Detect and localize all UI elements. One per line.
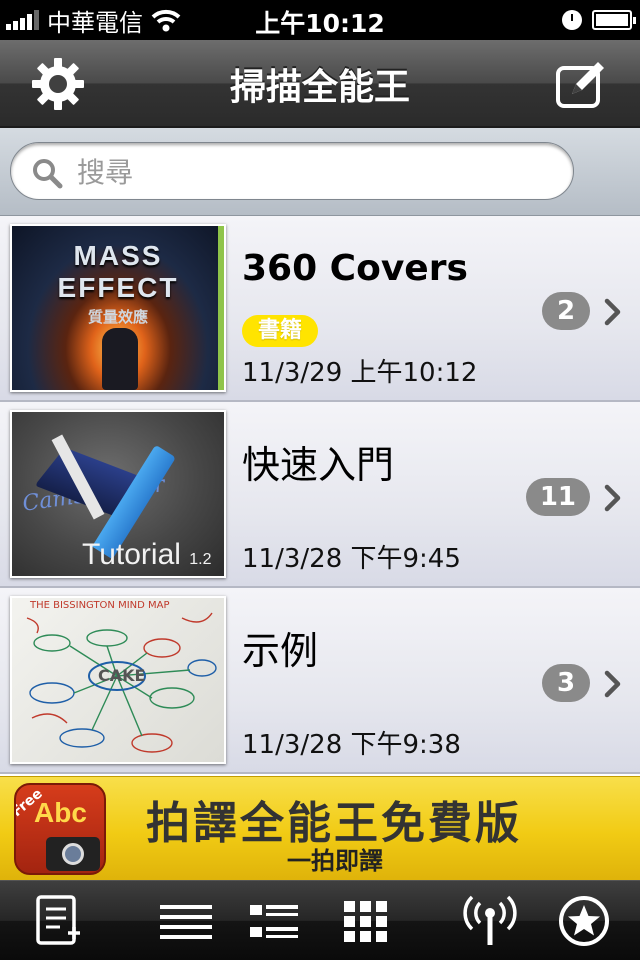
tab-bar <box>0 880 640 960</box>
document-thumbnail: THE BISSINGTON MIND MAP CAKE <box>10 596 226 764</box>
document-row[interactable]: MASS EFFECT 質量效應 360 Covers 書籍 11/3/29 上… <box>0 216 640 402</box>
navigation-bar: 掃描全能王 <box>0 40 640 128</box>
status-right <box>562 6 636 34</box>
chevron-right-icon <box>604 298 621 326</box>
thumbnail-version: 1.2 <box>189 551 212 568</box>
ad-subtitle: 一拍即譯 <box>287 847 383 875</box>
document-tag[interactable]: 書籍 <box>242 315 319 347</box>
search-icon <box>33 159 63 189</box>
document-thumbnail: CamScanner Tutorial 1.2 <box>10 410 226 578</box>
thumbnail-center-word: CAKE <box>98 666 146 685</box>
battery-icon <box>592 10 636 30</box>
favorites-button[interactable] <box>556 893 612 949</box>
chevron-right-icon <box>604 670 621 698</box>
grid-view-button[interactable] <box>338 893 394 949</box>
thumbnail-figure <box>102 328 138 390</box>
chevron-right-icon <box>604 484 621 512</box>
detail-list-icon <box>250 905 298 938</box>
status-time: 上午10:12 <box>255 9 385 38</box>
document-thumbnail: MASS EFFECT 質量效應 <box>10 224 226 392</box>
document-date: 11/3/29 上午10:12 <box>242 358 478 388</box>
thumbnail-side-stripe <box>218 226 224 390</box>
list-view-icon <box>160 905 212 939</box>
document-date: 11/3/28 下午9:45 <box>242 544 461 574</box>
compose-icon <box>556 62 604 108</box>
document-row[interactable]: CamScanner Tutorial 1.2 快速入門 11/3/28 下午9… <box>0 402 640 588</box>
document-title: 快速入門 <box>242 443 395 487</box>
detail-list-button[interactable] <box>246 893 302 949</box>
search-bar <box>0 128 640 216</box>
document-date: 11/3/28 下午9:38 <box>242 730 461 760</box>
page-count-badge: 3 <box>542 664 590 702</box>
grid-view-icon <box>344 901 387 942</box>
thumbnail-subtitle: 質量效應 <box>87 308 148 326</box>
page-count-badge: 2 <box>542 292 590 330</box>
star-icon <box>559 896 609 946</box>
wireless-transfer-button[interactable] <box>462 893 518 949</box>
thumbnail-title-text: Tutorial <box>82 538 181 571</box>
search-input[interactable] <box>77 151 557 193</box>
new-document-button[interactable] <box>30 893 86 949</box>
document-row[interactable]: THE BISSINGTON MIND MAP CAKE 示例 11/3/28 … <box>0 588 640 774</box>
page-count-badge: 11 <box>525 478 590 516</box>
ad-banner[interactable]: Free Abc 拍譯全能王免費版 一拍即譯 <box>0 776 640 880</box>
compose-button[interactable] <box>552 54 612 114</box>
new-document-icon <box>36 895 80 945</box>
document-title: 示例 <box>242 629 319 673</box>
status-bar: 中華電信 上午10:12 <box>0 0 640 40</box>
wireless-icon <box>463 895 517 945</box>
thumbnail-title: Tutorial 1.2 <box>82 538 212 572</box>
document-list: MASS EFFECT 質量效應 360 Covers 書籍 11/3/29 上… <box>0 216 640 776</box>
page-title: 掃描全能王 <box>229 67 410 108</box>
list-view-button[interactable] <box>158 893 214 949</box>
search-field[interactable] <box>10 142 574 200</box>
alarm-clock-icon <box>562 10 582 30</box>
app-icon-text: Abc <box>34 797 87 828</box>
thumbnail-title: MASS EFFECT <box>57 240 179 303</box>
document-title: 360 Covers <box>242 248 468 289</box>
